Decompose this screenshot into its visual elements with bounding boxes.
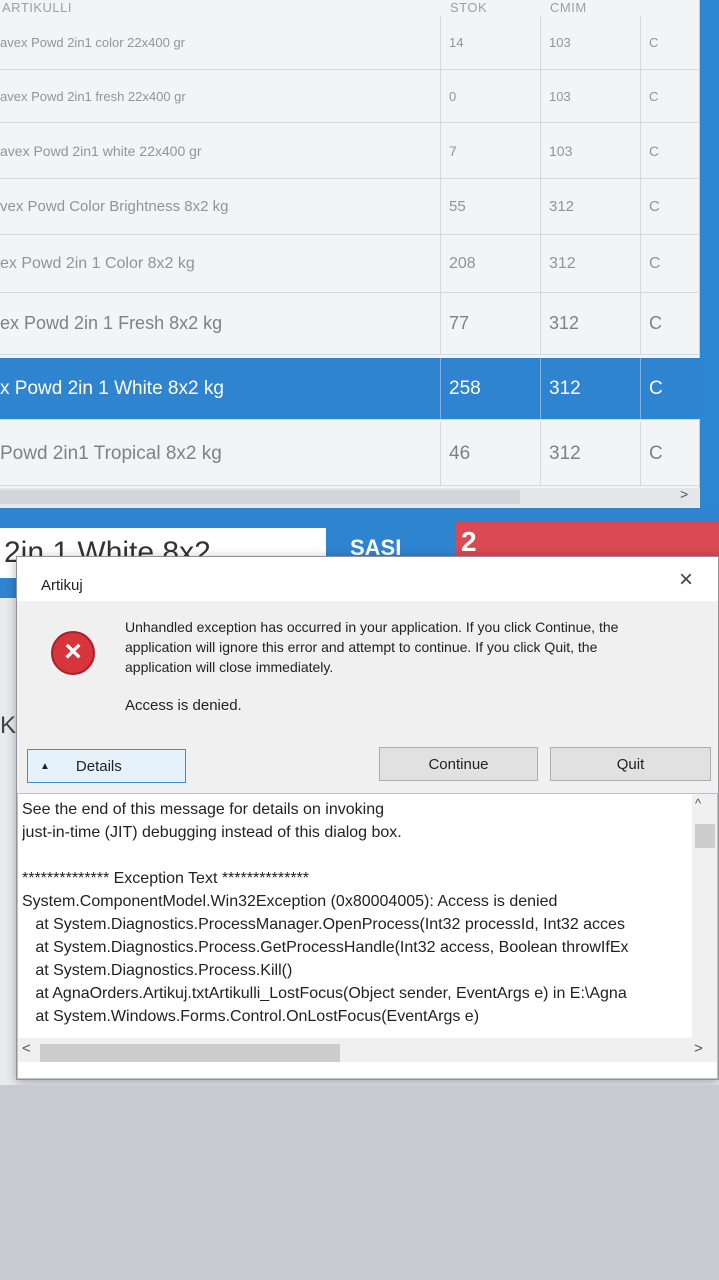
quantity-value: 2	[461, 526, 477, 557]
cell-name: Powd 2in1 Tropical 8x2 kg	[0, 442, 222, 464]
continue-button[interactable]: Continue	[379, 747, 538, 781]
scroll-left-icon[interactable]: <	[22, 1040, 31, 1057]
exception-details-text: See the end of this message for details …	[22, 801, 629, 1025]
cell-extra: C	[640, 358, 700, 419]
header-cmim[interactable]: CMIM	[550, 0, 587, 16]
monitor-bezel	[0, 1085, 719, 1280]
cell-stok: 46	[440, 422, 540, 485]
table-row[interactable]: ex Powd 2in 1 Fresh 8x2 kg 77 312 C	[0, 293, 700, 355]
details-hscroll-thumb[interactable]	[40, 1044, 340, 1062]
error-icon: ×	[51, 631, 95, 675]
cell-stok: 208	[440, 235, 540, 292]
error-short-message: Access is denied.	[125, 697, 242, 714]
cell-name: avex Powd 2in1 fresh 22x400 gr	[0, 88, 186, 104]
cell-extra: C	[640, 123, 700, 178]
cell-cmim: 312	[540, 358, 640, 419]
details-button-label: Details	[75, 757, 122, 775]
right-edge-panel	[700, 0, 719, 560]
cell-name: ex Powd 2in 1 Fresh 8x2 kg	[0, 313, 223, 333]
table-row[interactable]: avex Powd 2in1 white 22x400 gr 7 103 C	[0, 123, 700, 179]
cell-extra: C	[640, 179, 700, 234]
cell-cmim: 103	[540, 70, 640, 122]
table-row[interactable]: Powd 2in1 Tropical 8x2 kg 46 312 C	[0, 422, 700, 486]
background-text-fragment: K	[0, 712, 17, 739]
cell-name: ex Powd 2in 1 Color 8x2 kg	[0, 254, 195, 272]
cell-cmim: 312	[540, 293, 640, 354]
chevron-up-icon: ▲	[40, 760, 50, 772]
scroll-up-icon[interactable]: ^	[695, 796, 701, 811]
cell-extra: C	[640, 293, 700, 354]
cell-cmim: 312	[540, 422, 640, 485]
dialog-title: Artikuj	[41, 577, 83, 594]
table-row[interactable]: ex Powd 2in 1 Color 8x2 kg 208 312 C	[0, 235, 700, 293]
cell-stok: 7	[440, 123, 540, 178]
table-row[interactable]: vex Powd Color Brightness 8x2 kg 55 312 …	[0, 179, 700, 235]
cell-name: avex Powd 2in1 color 22x400 gr	[0, 35, 186, 50]
dialog-titlebar	[17, 557, 718, 601]
cell-cmim: 103	[540, 123, 640, 178]
exception-dialog: Artikuj × × Unhandled exception has occu…	[16, 556, 719, 1080]
cell-stok: 258	[440, 358, 540, 419]
cell-stok: 14	[440, 16, 540, 69]
table-row-selected[interactable]: x Powd 2in 1 White 8x2 kg 258 312 C	[0, 358, 700, 420]
close-icon[interactable]: ×	[669, 563, 703, 597]
cell-name: vex Powd Color Brightness 8x2 kg	[0, 198, 229, 215]
scroll-right-icon[interactable]: >	[694, 1040, 703, 1057]
cell-extra: C	[640, 16, 700, 69]
grid-scroll-thumb[interactable]	[0, 490, 520, 504]
cell-extra: C	[640, 422, 700, 485]
header-artikulli[interactable]: ARTIKULLI	[2, 0, 72, 16]
cell-cmim: 312	[540, 179, 640, 234]
cell-extra: C	[640, 70, 700, 122]
header-stok[interactable]: STOK	[450, 0, 487, 16]
cell-cmim: 312	[540, 235, 640, 292]
scroll-right-icon[interactable]: >	[680, 486, 688, 502]
details-textbox[interactable]: See the end of this message for details …	[17, 793, 718, 1079]
details-vscroll-thumb[interactable]	[695, 824, 715, 848]
details-button[interactable]: ▲ Details	[27, 749, 186, 783]
table-row[interactable]: avex Powd 2in1 color 22x400 gr 14 103 C	[0, 16, 700, 70]
table-row[interactable]: avex Powd 2in1 fresh 22x400 gr 0 103 C	[0, 70, 700, 123]
cell-stok: 77	[440, 293, 540, 354]
cell-stok: 0	[440, 70, 540, 122]
cell-extra: C	[640, 235, 700, 292]
articles-grid[interactable]: ARTIKULLI STOK CMIM avex Powd 2in1 color…	[0, 0, 700, 490]
cell-name: avex Powd 2in1 white 22x400 gr	[0, 142, 202, 159]
error-message: Unhandled exception has occurred in your…	[125, 619, 619, 675]
cell-name: x Powd 2in 1 White 8x2 kg	[0, 377, 224, 399]
cell-cmim: 103	[540, 16, 640, 69]
cell-stok: 55	[440, 179, 540, 234]
quit-button[interactable]: Quit	[550, 747, 711, 781]
